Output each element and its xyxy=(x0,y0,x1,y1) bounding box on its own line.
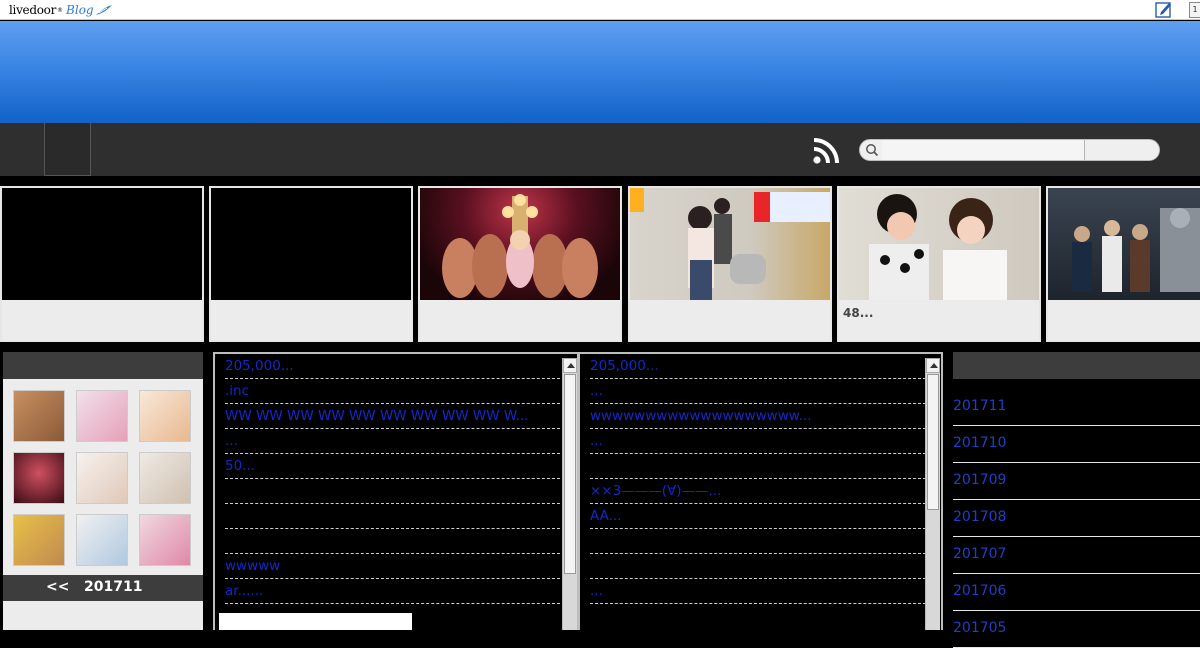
archive-link[interactable]: 201707 xyxy=(953,537,1200,574)
comment-row[interactable]: WW WW WW WW WW WW WW WW WW W... xyxy=(225,404,565,429)
scrollbar-thumb[interactable] xyxy=(564,374,576,574)
comment-row[interactable]: wwwwwwwwwwwwwwwwwww... xyxy=(590,404,926,429)
rss-icon[interactable] xyxy=(812,137,840,165)
livedoor-blog-logo[interactable]: livedoor ® Blog xyxy=(9,1,113,19)
comment-row[interactable]: ... xyxy=(225,429,565,454)
comment-row[interactable]: wwwww xyxy=(225,554,565,579)
photo-thumbnail[interactable] xyxy=(13,452,65,504)
thumbnail-image xyxy=(839,188,1039,300)
bottom-card[interactable] xyxy=(219,613,412,630)
feather-icon xyxy=(95,5,112,15)
featured-thumbnail-strip: 48... xyxy=(0,186,1200,342)
scrollbar[interactable] xyxy=(562,358,577,630)
archive-link[interactable]: 201708 xyxy=(953,500,1200,537)
scrollbar-thumb[interactable] xyxy=(927,374,939,510)
archive-link[interactable]: 201710 xyxy=(953,426,1200,463)
livedoor-topbar: livedoor ® Blog 1 xyxy=(0,0,1200,20)
thumbnail-image xyxy=(2,188,202,300)
thumbnail-image xyxy=(211,188,411,300)
comment-row[interactable]: ××3———(∀)——... xyxy=(590,479,926,504)
photo-thumbnail[interactable] xyxy=(13,514,65,566)
scrollbar[interactable] xyxy=(925,358,940,630)
archive-link[interactable]: 201709 xyxy=(953,463,1200,500)
nav-home-tab[interactable] xyxy=(44,123,91,176)
logo-blog-text: Blog xyxy=(66,3,94,17)
comment-row[interactable] xyxy=(225,504,565,529)
left-sidebar: << 201711 xyxy=(3,352,203,630)
scroll-up-arrow-icon[interactable] xyxy=(926,358,940,373)
comment-row[interactable]: AA... xyxy=(590,504,926,529)
thumbnail-caption xyxy=(420,300,620,340)
photo-thumbnail[interactable] xyxy=(76,514,128,566)
search-icon xyxy=(866,144,879,157)
thumbnail-caption xyxy=(2,300,202,340)
search-button[interactable] xyxy=(1085,140,1159,160)
featured-thumbnail[interactable] xyxy=(418,186,622,342)
thumbnail-caption xyxy=(211,300,411,340)
photo-thumbnail[interactable] xyxy=(76,390,128,442)
archive-header xyxy=(953,352,1200,379)
photo-thumbnail[interactable] xyxy=(139,390,191,442)
comment-list: 205,000... ... wwwwwwwwwwwwwwwwwww... ..… xyxy=(590,354,926,604)
featured-thumbnail[interactable] xyxy=(1046,186,1200,342)
comment-row[interactable]: 205,000... xyxy=(225,354,565,379)
comment-row[interactable]: 205,000... xyxy=(590,354,926,379)
thumbnail-caption: 48... xyxy=(839,300,1039,340)
featured-thumbnail[interactable]: 48... xyxy=(837,186,1041,342)
scroll-up-arrow-icon[interactable] xyxy=(563,358,577,373)
comment-row[interactable]: .inc xyxy=(225,379,565,404)
comment-row[interactable] xyxy=(590,529,926,554)
comment-row[interactable]: 50... xyxy=(225,454,565,479)
blog-header-banner xyxy=(0,21,1200,123)
sidebar-header xyxy=(3,352,203,379)
comment-row[interactable]: ... xyxy=(590,379,926,404)
photo-thumbnail[interactable] xyxy=(76,452,128,504)
logo-text: livedoor xyxy=(9,3,57,17)
photo-thumbnail[interactable] xyxy=(139,452,191,504)
comment-row[interactable] xyxy=(225,479,565,504)
thumbnail-image xyxy=(630,188,830,300)
photo-thumbnail[interactable] xyxy=(139,514,191,566)
calendar-prev-button[interactable]: << xyxy=(46,579,69,595)
comment-row[interactable] xyxy=(225,529,565,554)
archive-link[interactable]: 201711 xyxy=(953,389,1200,426)
edit-icon[interactable] xyxy=(1155,1,1173,18)
thumbnail-image xyxy=(1048,188,1200,300)
comment-row[interactable]: ... xyxy=(590,429,926,454)
logo-registered-mark: ® xyxy=(57,6,64,14)
featured-thumbnail[interactable] xyxy=(628,186,832,342)
comment-list: 205,000... .inc WW WW WW WW WW WW WW WW … xyxy=(225,354,565,604)
featured-thumbnail[interactable] xyxy=(0,186,204,342)
archive-link[interactable]: 201706 xyxy=(953,574,1200,611)
search-box xyxy=(859,139,1160,161)
photo-thumbnail[interactable] xyxy=(13,390,65,442)
comment-list-panel-left: 205,000... .inc WW WW WW WW WW WW WW WW … xyxy=(213,352,579,630)
thumbnail-caption xyxy=(1048,300,1200,340)
comment-row[interactable] xyxy=(590,554,926,579)
comment-row[interactable]: ... xyxy=(590,579,926,604)
thumbnail-image xyxy=(420,188,620,300)
comment-row[interactable] xyxy=(590,454,926,479)
monthly-archive-list: 201711 201710 201709 201708 201707 20170… xyxy=(953,389,1200,648)
comment-row[interactable]: ar...... xyxy=(225,579,565,604)
calendar-month-label: 201711 xyxy=(84,579,143,595)
thumbnail-caption xyxy=(630,300,830,340)
featured-thumbnail[interactable] xyxy=(209,186,413,342)
calendar-nav-bar: << 201711 xyxy=(3,575,203,601)
search-input[interactable] xyxy=(882,140,1084,160)
comment-list-panel-right: 205,000... ... wwwwwwwwwwwwwwwwwww... ..… xyxy=(578,352,943,630)
user-menu-box[interactable]: 1 xyxy=(1189,2,1200,18)
